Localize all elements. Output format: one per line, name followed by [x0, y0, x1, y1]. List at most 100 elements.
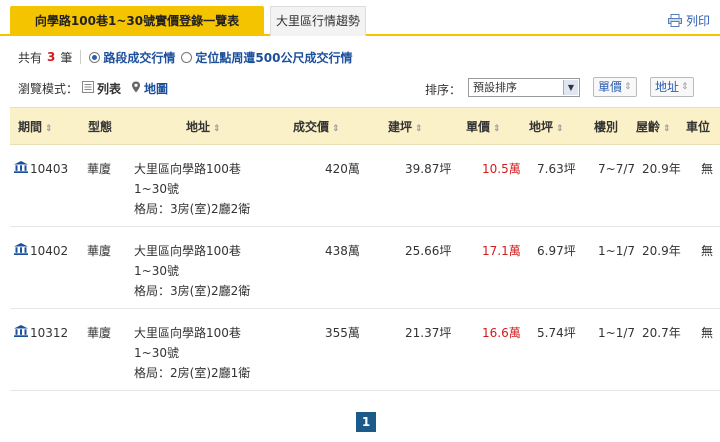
col-label: 成交價 [293, 120, 330, 134]
layout-text: 格局：2房(室)2廳1衛 [134, 366, 251, 380]
sort-arrows-icon: ⇕ [213, 124, 221, 134]
col-label: 型態 [88, 120, 113, 134]
sort-address-button[interactable]: 地址 ⇕ [650, 77, 694, 97]
view-list-label: 列表 [97, 81, 122, 96]
list-icon [82, 80, 95, 96]
parking-cell: 無 [701, 326, 714, 340]
filter-row: 共有 3 筆 路段成交行情 定位點周遭500公尺成交行情 [18, 48, 358, 66]
col-label: 屋齡 [636, 120, 661, 134]
radio-segment-market[interactable]: 路段成交行情 [89, 49, 175, 66]
col-age[interactable]: 屋齡 ⇕ [636, 108, 671, 146]
divider [80, 50, 82, 64]
address-cell: 大里區向學路100巷 1~30號 格局：3房(室)2廳2衛 [134, 159, 250, 219]
sort-unit-price-label: 單價 [598, 80, 623, 94]
building-area-cell: 39.87坪 [405, 162, 452, 176]
sort-arrows-icon: ⇕ [332, 124, 340, 134]
col-land-area[interactable]: 地坪 ⇕ [529, 108, 564, 146]
sort-arrows-icon: ⇕ [45, 124, 53, 134]
address-line1[interactable]: 大里區向學路100巷 [134, 323, 250, 343]
building-area-cell: 25.66坪 [405, 244, 452, 258]
age-cell: 20.7年 [642, 326, 681, 340]
table-row[interactable]: 10312 華廈 大里區向學路100巷 1~30號 格局：2房(室)2廳1衛 3… [10, 309, 720, 391]
layout-text: 格局：3房(室)2廳2衛 [134, 284, 251, 298]
floor-cell: 1~1/7 [598, 244, 636, 258]
type-cell: 華廈 [87, 244, 112, 258]
address-line2[interactable]: 1~30號 [134, 261, 250, 281]
sort-arrows-icon: ⇕ [493, 124, 501, 134]
view-map-option[interactable]: 地圖 [131, 80, 168, 97]
sort-arrows-icon: ⇕ [556, 124, 564, 134]
print-label: 列印 [685, 14, 710, 28]
age-cell: 20.9年 [642, 162, 681, 176]
col-label: 單價 [466, 120, 491, 134]
radio-nearby-market[interactable]: 定位點周遭500公尺成交行情 [181, 49, 352, 66]
view-map-label: 地圖 [144, 81, 169, 96]
layout-text: 格局：3房(室)2廳2衛 [134, 202, 251, 216]
view-mode-row: 瀏覽模式： 列表 地圖 [18, 78, 174, 98]
price-cell: 355萬 [325, 326, 360, 340]
col-label: 地址 [186, 120, 211, 134]
address-line1[interactable]: 大里區向學路100巷 [134, 159, 250, 179]
count-prefix: 共有 [18, 50, 43, 65]
address-line1[interactable]: 大里區向學路100巷 [134, 241, 250, 261]
col-label: 地坪 [529, 120, 554, 134]
tab-district-trend[interactable]: 大里區行情趨勢 [270, 6, 366, 36]
table-header: 期間 ⇕ 型態 地址 ⇕ 成交價 ⇕ 建坪 ⇕ 單價 ⇕ 地坪 ⇕ 樓別 屋齡 ⇕ 車位 [10, 107, 720, 145]
table-row[interactable]: 10402 華廈 大里區向學路100巷 1~30號 格局：3房(室)2廳2衛 4… [10, 227, 720, 309]
col-parking: 車位 [686, 108, 710, 146]
page-1-button[interactable]: 1 [356, 412, 376, 432]
price-cell: 438萬 [325, 244, 360, 258]
period-value: 10402 [30, 244, 69, 258]
sort-arrows-icon: ⇕ [663, 124, 671, 134]
age-cell: 20.9年 [642, 244, 681, 258]
col-unit-price[interactable]: 單價 ⇕ [466, 108, 501, 146]
period-cell: 10403 [14, 159, 68, 179]
col-label: 期間 [18, 120, 43, 134]
chevron-down-icon: ▼ [563, 80, 578, 95]
col-label: 車位 [686, 120, 711, 134]
bank-icon [14, 241, 28, 261]
period-value: 10312 [30, 326, 69, 340]
radio-segment-label: 路段成交行情 [103, 50, 176, 65]
parking-cell: 無 [701, 244, 714, 258]
period-cell: 10312 [14, 323, 68, 343]
radio-nearby-label: 定位點周遭500公尺成交行情 [195, 50, 353, 65]
sort-select[interactable]: 預設排序 ▼ [468, 78, 580, 97]
period-value: 10403 [30, 162, 69, 176]
bank-icon [14, 159, 28, 179]
unit-price-cell: 10.5萬 [482, 162, 521, 176]
map-pin-icon [131, 81, 141, 96]
land-area-cell: 6.97坪 [537, 244, 576, 258]
type-cell: 華廈 [87, 326, 112, 340]
sort-label: 排序： [425, 83, 462, 97]
col-period[interactable]: 期間 ⇕ [18, 108, 53, 146]
view-mode-label: 瀏覽模式： [18, 81, 79, 96]
print-button[interactable]: 列印 [667, 12, 710, 29]
col-label: 建坪 [388, 120, 413, 134]
address-cell: 大里區向學路100巷 1~30號 格局：3房(室)2廳2衛 [134, 241, 250, 301]
count-suffix: 筆 [60, 50, 73, 65]
printer-icon [667, 14, 682, 27]
price-cell: 420萬 [325, 162, 360, 176]
address-line2[interactable]: 1~30號 [134, 179, 250, 199]
building-area-cell: 21.37坪 [405, 326, 452, 340]
sort-arrows-icon: ⇕ [624, 82, 632, 92]
view-list-option[interactable]: 列表 [82, 80, 121, 97]
table-row[interactable]: 10403 華廈 大里區向學路100巷 1~30號 格局：3房(室)2廳2衛 4… [10, 145, 720, 227]
col-price[interactable]: 成交價 ⇕ [293, 108, 340, 146]
unit-price-cell: 17.1萬 [482, 244, 521, 258]
col-type: 型態 [88, 108, 112, 146]
sort-unit-price-button[interactable]: 單價 ⇕ [593, 77, 637, 97]
col-label: 樓別 [594, 120, 619, 134]
address-line2[interactable]: 1~30號 [134, 343, 250, 363]
type-cell: 華廈 [87, 162, 112, 176]
col-floor: 樓別 [594, 108, 618, 146]
col-building-area[interactable]: 建坪 ⇕ [388, 108, 423, 146]
tab-transaction-list[interactable]: 向學路100巷1~30號實價登錄一覽表 [10, 6, 264, 36]
sort-arrows-icon: ⇕ [681, 82, 689, 92]
land-area-cell: 7.63坪 [537, 162, 576, 176]
col-address[interactable]: 地址 ⇕ [186, 108, 221, 146]
sort-address-label: 地址 [655, 80, 680, 94]
period-cell: 10402 [14, 241, 68, 261]
sort-arrows-icon: ⇕ [415, 124, 423, 134]
